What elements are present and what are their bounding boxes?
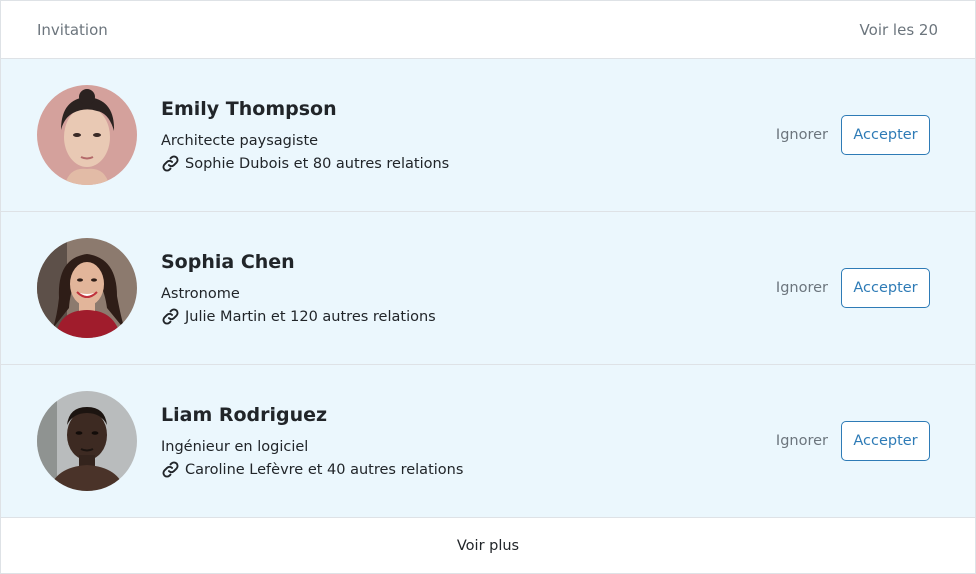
invitation-row: Emily Thompson Architecte paysagiste Sop… (1, 59, 975, 212)
card-footer: Voir plus (1, 518, 975, 573)
accept-button[interactable]: Accepter (841, 421, 930, 461)
card-title: Invitation (37, 20, 108, 39)
invitation-row: Liam Rodriguez Ingénieur en logiciel Car… (1, 365, 975, 518)
avatar[interactable] (37, 238, 137, 338)
ignore-button[interactable]: Ignorer (776, 433, 828, 449)
invitation-actions: Ignorer Accepter (776, 421, 930, 461)
link-icon (162, 155, 179, 172)
person-title: Ingénieur en logiciel (161, 438, 309, 455)
avatar[interactable] (37, 85, 137, 185)
person-name[interactable]: Sophia Chen (161, 250, 776, 274)
invitation-row: Sophia Chen Astronome Julie Martin et 12… (1, 212, 975, 365)
invitations-card: Invitation Voir les 20 Emily Thompson Ar… (0, 0, 976, 574)
ignore-button[interactable]: Ignorer (776, 127, 828, 143)
invitation-actions: Ignorer Accepter (776, 268, 930, 308)
see-more-link[interactable]: Voir plus (457, 538, 519, 554)
invitation-info: Emily Thompson Architecte paysagiste Sop… (161, 97, 776, 174)
person-title: Architecte paysagiste (161, 132, 319, 149)
avatar[interactable] (37, 391, 137, 491)
invitation-actions: Ignorer Accepter (776, 115, 930, 155)
see-all-link[interactable]: Voir les 20 (860, 21, 938, 39)
person-title: Astronome (161, 285, 240, 302)
accept-button[interactable]: Accepter (841, 115, 930, 155)
accept-button[interactable]: Accepter (841, 268, 930, 308)
mutual-connections: Julie Martin et 120 autres relations (161, 307, 776, 327)
ignore-button[interactable]: Ignorer (776, 280, 828, 296)
card-header: Invitation Voir les 20 (1, 1, 975, 59)
person-name[interactable]: Liam Rodriguez (161, 403, 776, 427)
mutual-connections: Sophie Dubois et 80 autres relations (161, 154, 776, 174)
link-icon (162, 461, 179, 478)
mutual-connections: Caroline Lefèvre et 40 autres relations (161, 460, 776, 480)
mutual-text: Julie Martin et 120 autres relations (185, 308, 436, 325)
invitation-info: Liam Rodriguez Ingénieur en logiciel Car… (161, 403, 776, 480)
mutual-text: Sophie Dubois et 80 autres relations (185, 155, 450, 172)
mutual-text: Caroline Lefèvre et 40 autres relations (185, 461, 464, 478)
invitation-info: Sophia Chen Astronome Julie Martin et 12… (161, 250, 776, 327)
person-name[interactable]: Emily Thompson (161, 97, 776, 121)
link-icon (162, 308, 179, 325)
